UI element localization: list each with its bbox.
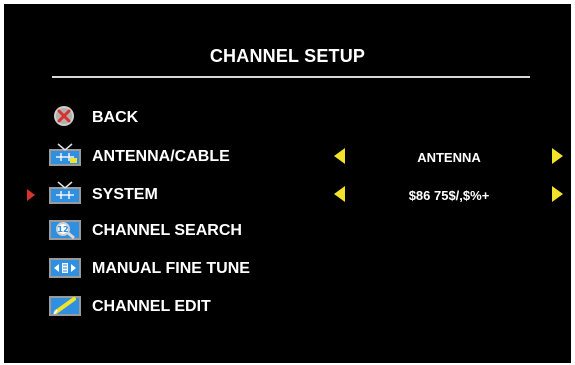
value-next-arrow[interactable] xyxy=(552,148,563,164)
menu-item-system[interactable]: SYSTEM $86 75$/,$%+ xyxy=(4,179,571,209)
menu-item-channel-search[interactable]: 12 CHANNEL SEARCH xyxy=(4,215,571,245)
channel-edit-icon xyxy=(49,296,81,316)
antenna-cable-icon xyxy=(49,143,81,166)
osd-panel: CHANNEL SETUP BACK ANTENNA/CABLE ANTENNA xyxy=(4,4,571,363)
system-icon xyxy=(49,181,81,204)
menu-item-antenna-cable[interactable]: ANTENNA/CABLE ANTENNA xyxy=(4,141,571,171)
menu-item-manual-fine-tune[interactable]: MANUAL FINE TUNE xyxy=(4,253,571,283)
antenna-cable-value: ANTENNA xyxy=(417,150,481,165)
value-next-arrow[interactable] xyxy=(552,186,563,202)
manual-fine-tune-icon xyxy=(49,258,81,278)
menu-item-label: CHANNEL SEARCH xyxy=(92,222,242,239)
system-value: $86 75$/,$%+ xyxy=(408,188,490,203)
menu-item-label: BACK xyxy=(92,109,139,126)
svg-text:12: 12 xyxy=(57,225,68,234)
value-prev-arrow[interactable] xyxy=(334,186,345,202)
menu-title: CHANNEL SETUP xyxy=(209,46,366,66)
menu-item-label: ANTENNA/CABLE xyxy=(92,148,230,165)
menu-item-channel-edit[interactable]: CHANNEL EDIT xyxy=(4,291,571,321)
menu-item-label: MANUAL FINE TUNE xyxy=(92,260,250,277)
back-x-icon xyxy=(54,106,74,126)
menu-item-label: SYSTEM xyxy=(92,186,158,203)
channel-search-icon: 12 xyxy=(49,220,81,240)
menu-item-back[interactable]: BACK xyxy=(4,102,571,132)
selection-pointer-icon xyxy=(27,189,35,201)
menu-item-label: CHANNEL EDIT xyxy=(92,298,211,315)
value-prev-arrow[interactable] xyxy=(334,148,345,164)
title-divider xyxy=(52,76,530,78)
